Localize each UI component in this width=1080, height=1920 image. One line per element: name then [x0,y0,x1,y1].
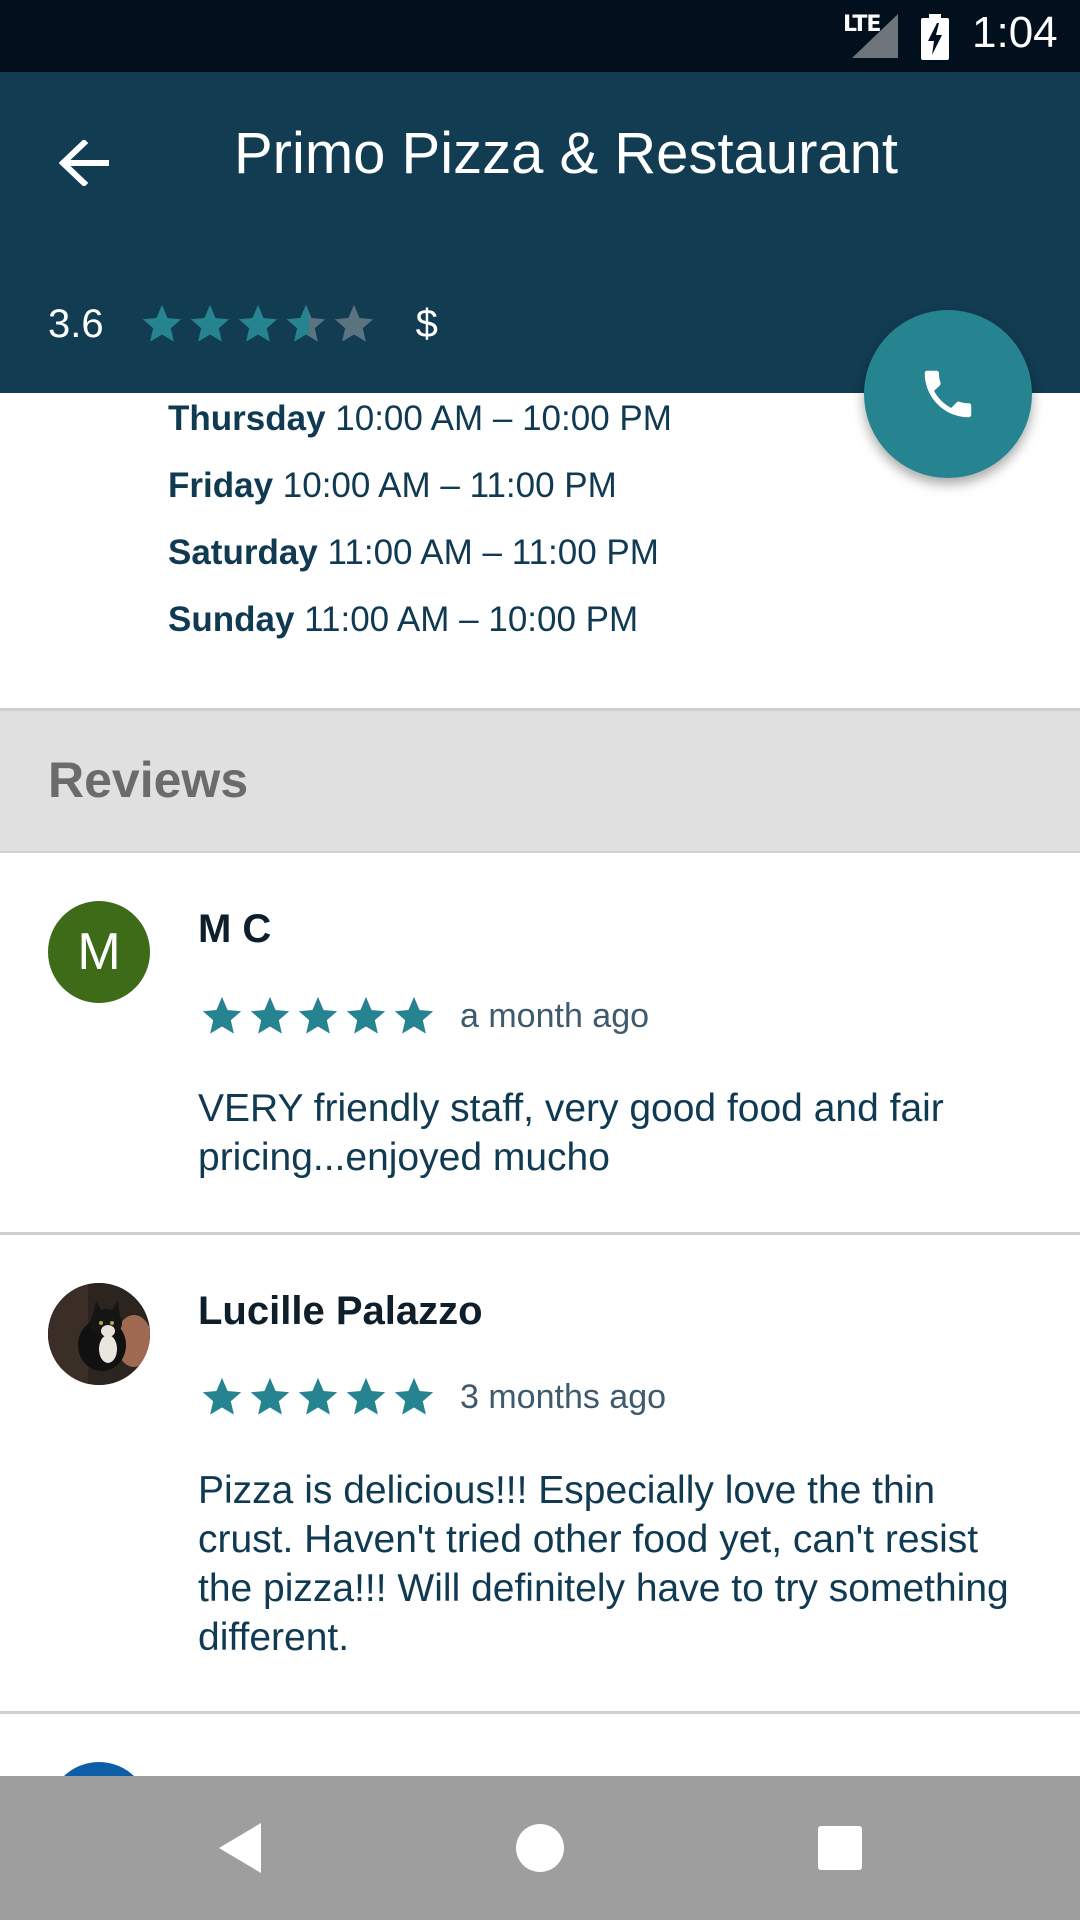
star-icon [298,1377,338,1415]
status-clock: 1:04 [972,8,1058,57]
rating-row: 3.6 $ [48,294,438,354]
hours-time: 10:00 AM – 10:00 PM [335,399,672,438]
hours-time: 10:00 AM – 11:00 PM [282,466,617,505]
star-icon [202,996,242,1034]
hours-row: Thursday 10:00 AM – 10:00 PM [168,392,868,459]
review-time: 3 months ago [460,1377,667,1416]
circle-home-icon [516,1824,564,1872]
triangle-back-icon [219,1823,261,1873]
star-icon [394,996,434,1034]
hours-time: 11:00 AM – 11:00 PM [327,533,659,572]
avatar-initial: M [77,923,121,981]
star-icon [238,304,277,342]
reviews-heading: Reviews [48,752,249,808]
hours-day: Sunday [168,600,295,639]
battery-charging-icon [921,14,949,60]
rating-value: 3.6 [48,301,104,346]
avatar [48,1283,150,1385]
hours-row: Saturday 11:00 AM – 11:00 PM [168,526,868,593]
hours-row: Sunday 11:00 AM – 10:00 PM [168,593,868,660]
call-button[interactable] [864,310,1032,478]
review-divider [0,1711,1080,1714]
price-level: $ [415,301,438,346]
avatar: M [48,901,150,1003]
nav-home-button[interactable] [468,1776,612,1920]
review-meta: a month ago [198,993,649,1039]
reviewer-name: M C [198,907,272,951]
rating-stars [138,301,378,347]
star-icon [298,996,338,1034]
hours-time: 11:00 AM – 10:00 PM [304,600,639,639]
star-icon [250,996,290,1034]
status-bar: LTE 1:04 [0,0,1080,72]
star-icon [394,1377,434,1415]
star-half-icon [286,304,325,342]
review-text: Pizza is delicious!!! Especially love th… [198,1469,1009,1659]
star-icon [142,304,181,342]
star-icon [250,1377,290,1415]
star-icon [202,1377,242,1415]
system-nav-bar [0,1776,1080,1920]
review-meta: 3 months ago [198,1374,666,1420]
square-recents-icon [818,1826,862,1870]
opening-hours: Thursday 10:00 AM – 10:00 PM Friday 10:0… [168,392,868,660]
nav-back-button[interactable] [168,1776,312,1920]
reviewer-name: Lucille Palazzo [198,1289,483,1333]
hours-row: Friday 10:00 AM – 11:00 PM [168,459,868,526]
page-title: Primo Pizza & Restaurant [233,121,899,186]
nav-recents-button[interactable] [768,1776,912,1920]
signal-icon [852,14,898,58]
hours-day: Saturday [168,533,318,572]
star-icon [346,996,386,1034]
review-item[interactable]: Lucille Palazzo 3 months ago Pizza is de… [0,1235,1080,1712]
hours-day: Thursday [168,399,326,438]
star-empty-icon [334,304,373,342]
review-text: VERY friendly staff, very good food and … [198,1087,944,1179]
cat-photo-avatar [48,1283,150,1385]
reviews-section-header: Reviews [0,711,1080,853]
hours-day: Friday [168,466,274,505]
phone-icon [924,370,972,418]
star-icon [190,304,229,342]
star-icon [346,1377,386,1415]
review-item[interactable]: M M C a month ago VERY friendly staff, v… [0,855,1080,1232]
review-time: a month ago [460,996,650,1035]
